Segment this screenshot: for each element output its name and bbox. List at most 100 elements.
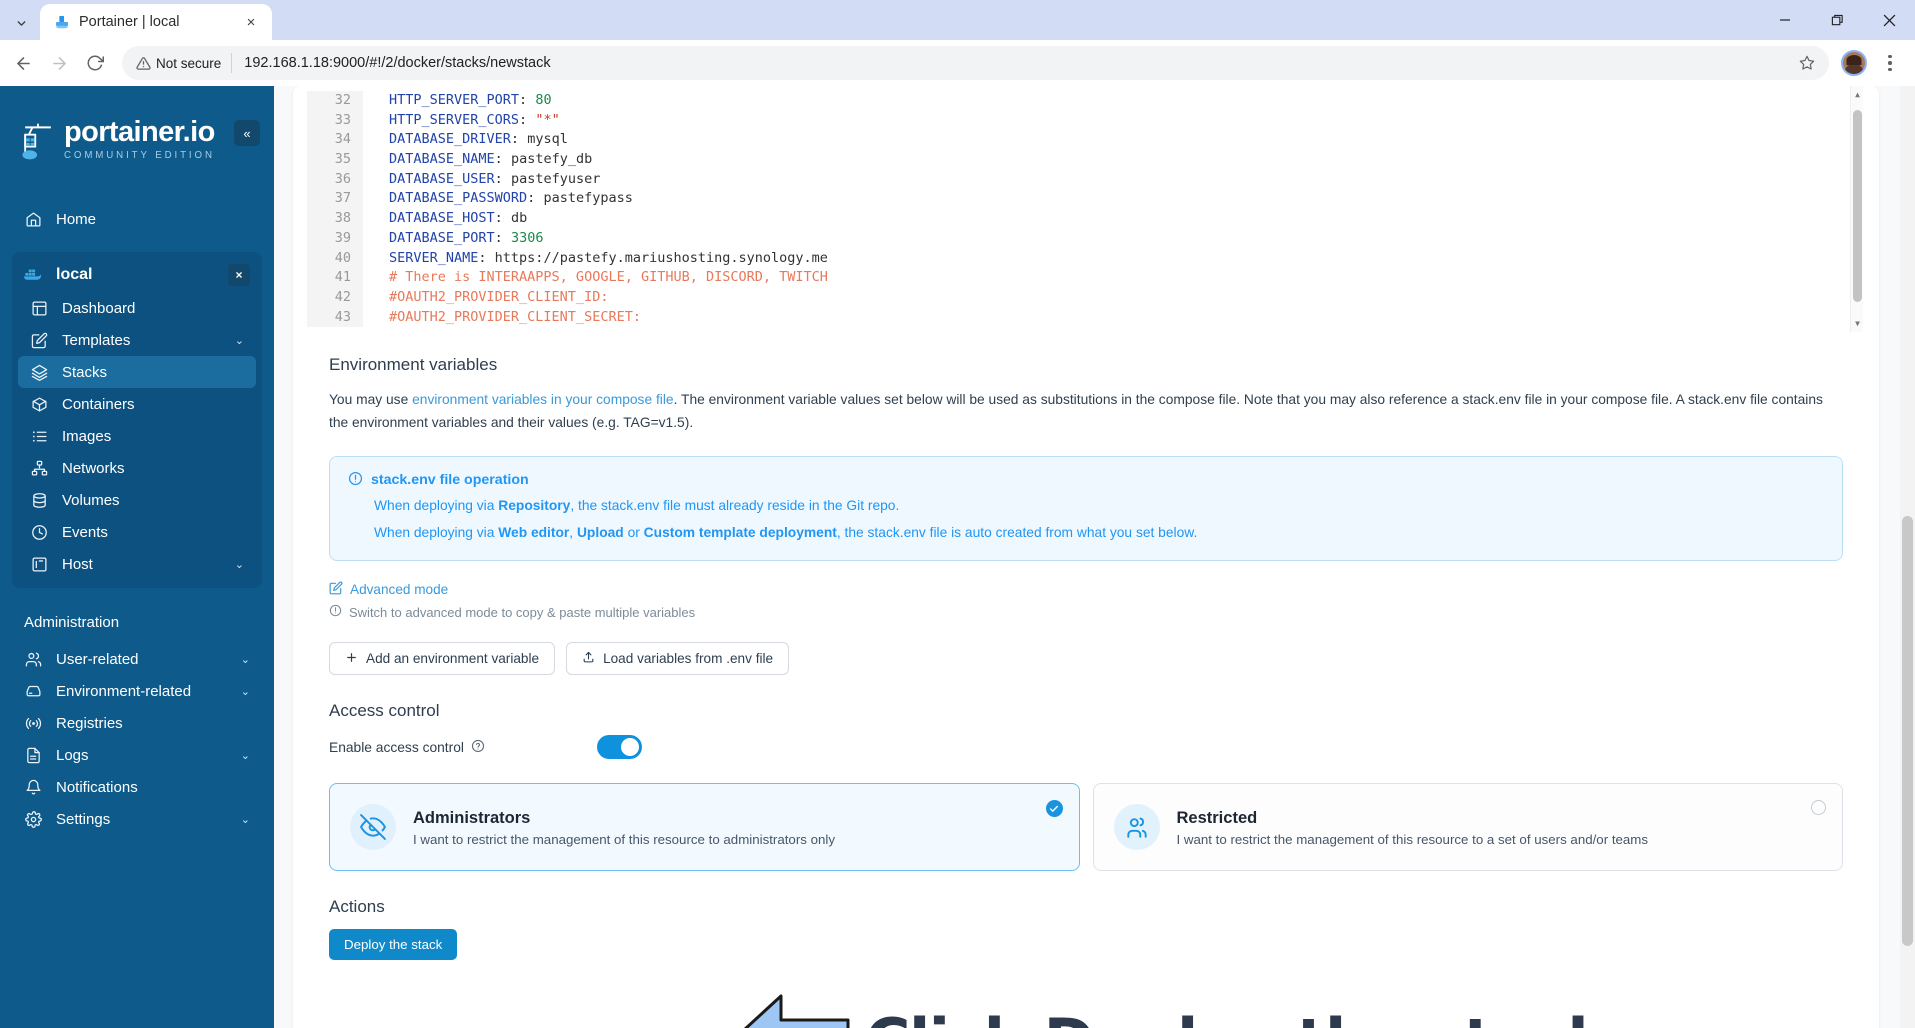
- advanced-mode-label: Advanced mode: [350, 582, 449, 598]
- sidebar-item-containers[interactable]: Containers: [18, 388, 256, 420]
- page-scrollbar-thumb[interactable]: [1902, 516, 1913, 946]
- kebab-menu-icon[interactable]: [1875, 48, 1905, 78]
- sidebar-item-label: Home: [56, 210, 97, 228]
- page-scrollbar[interactable]: [1900, 86, 1915, 1028]
- code-sep: :: [494, 151, 511, 168]
- advanced-mode-note-label: Switch to advanced mode to copy & paste …: [349, 604, 696, 620]
- sidebar-item-label: Stacks: [62, 363, 108, 381]
- tab-search-caret-icon[interactable]: [4, 8, 38, 38]
- enable-access-control-toggle[interactable]: [597, 735, 642, 760]
- chevron-down-icon[interactable]: ⌄: [241, 685, 250, 698]
- check-icon[interactable]: [1045, 800, 1063, 818]
- stack-form-card: 32 33 34 35 36 37 38 39 40 41 42 43 HTTP…: [293, 86, 1879, 1028]
- brand-subtitle: COMMUNITY EDITION: [64, 150, 215, 161]
- sidebar-item-settings[interactable]: Settings ⌄: [12, 803, 262, 835]
- star-icon[interactable]: [1793, 49, 1821, 77]
- events-icon: [30, 524, 49, 541]
- line-number: 37: [334, 190, 351, 207]
- sidebar-item-label: Images: [62, 427, 112, 445]
- plus-icon: [345, 651, 358, 667]
- sidebar-item-registries[interactable]: Registries: [12, 707, 262, 739]
- chevron-down-icon[interactable]: ⌄: [241, 813, 250, 826]
- browser-tab[interactable]: Portainer | local ×: [40, 4, 272, 40]
- sidebar-item-events[interactable]: Events: [18, 516, 256, 548]
- enable-access-control-label-group: Enable access control: [329, 739, 597, 756]
- environment-variables-description: You may use environment variables in you…: [329, 389, 1843, 435]
- sidebar-item-volumes[interactable]: Volumes: [18, 484, 256, 516]
- browser-tab-title: Portainer | local: [79, 14, 180, 30]
- warning-triangle-icon: [136, 56, 151, 70]
- code-line: HTTP_SERVER_CORS: "*": [389, 111, 1865, 131]
- advanced-mode-toggle[interactable]: Advanced mode: [329, 581, 1843, 598]
- code-comment: # There is INTERAAPPS, GOOGLE, GITHUB, D…: [389, 269, 828, 286]
- close-environment-icon[interactable]: ×: [228, 264, 250, 286]
- container-icon: [30, 396, 49, 413]
- security-status[interactable]: Not secure: [136, 56, 221, 71]
- chevron-down-icon[interactable]: ⌄: [241, 749, 250, 762]
- line-number: 34: [334, 131, 351, 148]
- sidebar-item-host[interactable]: Host ⌄: [18, 548, 256, 580]
- sidebar-item-home[interactable]: Home: [12, 203, 262, 235]
- access-option-restricted[interactable]: Restricted I want to restrict the manage…: [1092, 783, 1843, 872]
- address-bar[interactable]: Not secure 192.168.1.18:9000/#!/2/docker…: [122, 46, 1829, 80]
- code-key: DATABASE_NAME: [389, 151, 495, 168]
- chevron-down-icon[interactable]: ⌄: [241, 653, 250, 666]
- docker-whale-icon: [53, 14, 70, 31]
- host-icon: [30, 556, 49, 573]
- deploy-the-stack-button[interactable]: Deploy the stack: [329, 929, 458, 961]
- code-line: # There is INTERAAPPS, GOOGLE, GITHUB, D…: [389, 268, 1865, 288]
- avatar[interactable]: [1841, 50, 1867, 76]
- sidebar-item-label: Dashboard: [62, 299, 136, 317]
- back-button[interactable]: [6, 46, 40, 80]
- line-number: 43: [334, 308, 351, 325]
- advanced-mode-note: Switch to advanced mode to copy & paste …: [329, 604, 1843, 620]
- sidebar-item-dashboard[interactable]: Dashboard: [18, 292, 256, 324]
- compose-file-link[interactable]: environment variables in your compose fi…: [412, 392, 674, 407]
- question-circle-icon[interactable]: [471, 739, 485, 756]
- editor-code-lines[interactable]: HTTP_SERVER_PORT: 80 HTTP_SERVER_CORS: "…: [363, 91, 1865, 327]
- radio-button-unselected[interactable]: [1811, 800, 1826, 816]
- code-key: DATABASE_USER: [389, 170, 495, 187]
- sidebar-item-notifications[interactable]: Notifications: [12, 771, 262, 803]
- sidebar-environment-header[interactable]: local ×: [12, 258, 262, 292]
- desc-pre: You may use: [329, 392, 413, 407]
- window-close-button[interactable]: [1863, 0, 1915, 40]
- sidebar-item-logs[interactable]: Logs ⌄: [12, 739, 262, 771]
- sidebar-item-environment-related[interactable]: Environment-related ⌄: [12, 675, 262, 707]
- editor-scrollbar-thumb[interactable]: [1853, 110, 1862, 302]
- maximize-button[interactable]: [1811, 0, 1863, 40]
- browser-tab-strip: Portainer | local ×: [0, 0, 1915, 40]
- code-key: DATABASE_HOST: [389, 210, 495, 227]
- chevron-up-icon[interactable]: ▲: [1851, 88, 1864, 101]
- images-icon: [30, 428, 49, 445]
- close-icon[interactable]: ×: [240, 11, 262, 33]
- line-number: 42: [334, 288, 351, 305]
- sidebar-item-label: Containers: [62, 395, 135, 413]
- access-option-administrators[interactable]: Administrators I want to restrict the ma…: [329, 783, 1080, 872]
- sidebar-item-user-related[interactable]: User-related ⌄: [12, 643, 262, 675]
- collapse-sidebar-button[interactable]: «: [234, 120, 260, 146]
- reload-button[interactable]: [78, 46, 112, 80]
- sidebar-item-images[interactable]: Images: [18, 420, 256, 452]
- chevron-down-icon[interactable]: ⌄: [235, 334, 244, 347]
- home-icon: [24, 211, 43, 228]
- compose-code-editor[interactable]: 32 33 34 35 36 37 38 39 40 41 42 43 HTTP…: [307, 86, 1865, 333]
- code-value: pastefy_db: [510, 151, 593, 168]
- minimize-button[interactable]: [1759, 0, 1811, 40]
- chevron-down-icon[interactable]: ⌄: [235, 558, 244, 571]
- code-key: DATABASE_DRIVER: [389, 131, 511, 148]
- add-environment-variable-button[interactable]: Add an environment variable: [329, 642, 556, 676]
- forward-button[interactable]: [42, 46, 76, 80]
- gear-icon: [24, 810, 43, 828]
- line2-bold3: Custom template deployment: [643, 524, 837, 540]
- editor-line-numbers: 32 33 34 35 36 37 38 39 40 41 42 43: [307, 91, 363, 328]
- load-variables-button[interactable]: Load variables from .env file: [566, 642, 790, 676]
- sidebar-item-networks[interactable]: Networks: [18, 452, 256, 484]
- chevron-down-icon[interactable]: ▼: [1851, 317, 1864, 330]
- line2-bold1: Web editor: [498, 524, 570, 540]
- sidebar-item-templates[interactable]: Templates ⌄: [18, 324, 256, 356]
- brand-name: portainer.io: [64, 116, 215, 148]
- line-number: 33: [334, 111, 351, 128]
- editor-scrollbar[interactable]: ▲ ▼: [1850, 86, 1863, 332]
- sidebar-item-stacks[interactable]: Stacks: [18, 356, 256, 388]
